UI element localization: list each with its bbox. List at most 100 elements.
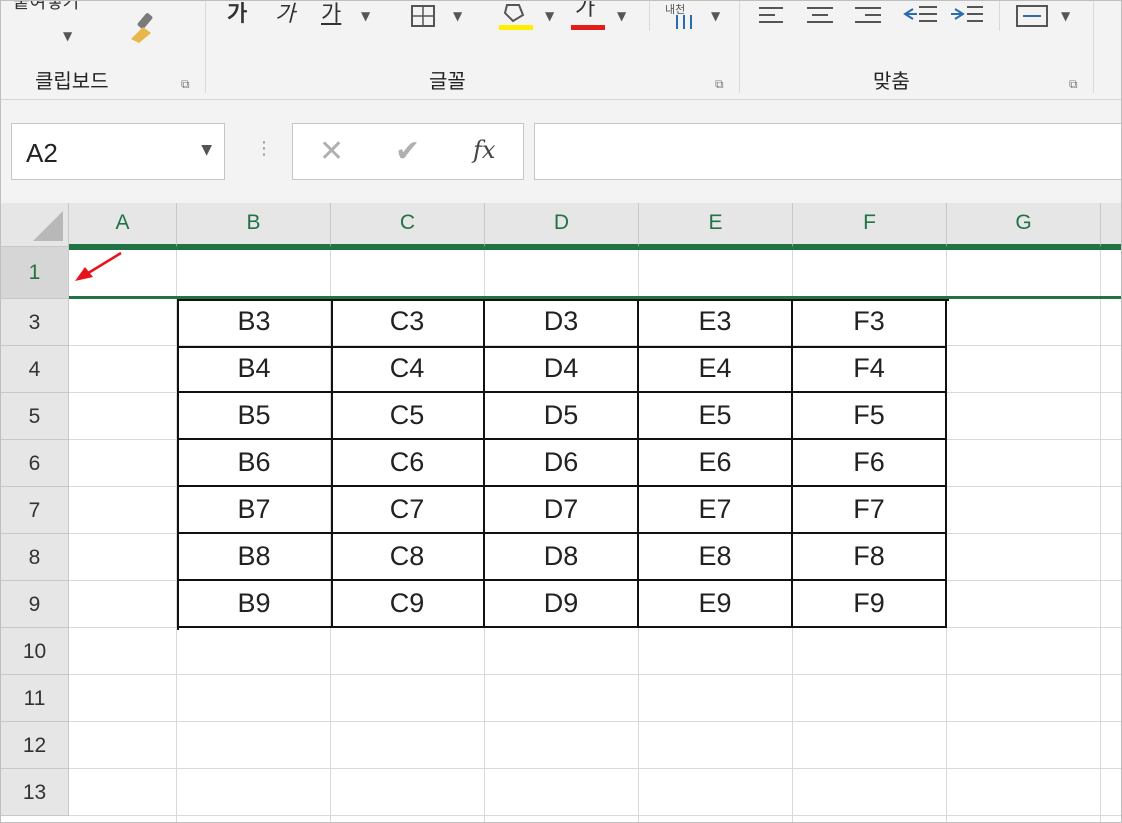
cell-d7[interactable]: D7: [485, 487, 639, 534]
alignment-group-label: 맞춤: [873, 69, 910, 93]
cell-e4[interactable]: E4: [639, 346, 793, 393]
alignment-launcher-icon[interactable]: ⧉: [1069, 77, 1078, 92]
gridline-horizontal: [69, 768, 1121, 769]
cell-c9[interactable]: C9: [331, 581, 485, 628]
phonetic-dropdown-caret[interactable]: ▼: [711, 9, 720, 23]
cell-d6[interactable]: D6: [485, 440, 639, 487]
column-header-e[interactable]: E: [639, 203, 793, 247]
merge-dropdown-caret[interactable]: ▼: [1061, 9, 1070, 23]
cell-e3[interactable]: E3: [639, 299, 793, 348]
align-right-icon[interactable]: [853, 5, 883, 27]
row-header-13[interactable]: 13: [1, 769, 69, 816]
row-header-3[interactable]: 3: [1, 299, 69, 346]
formula-bar: A2 ▼ ⋮ ✕ ✔ fx: [1, 100, 1121, 203]
row-header-9[interactable]: 9: [1, 581, 69, 628]
column-header-d[interactable]: D: [485, 203, 639, 247]
more-options-icon[interactable]: ⋮: [255, 138, 273, 159]
cell-c3[interactable]: C3: [331, 299, 485, 348]
format-painter-icon[interactable]: [127, 11, 163, 45]
row-header-1[interactable]: 1: [1, 247, 69, 299]
cell-c7[interactable]: C7: [331, 487, 485, 534]
cell-b8[interactable]: B8: [177, 534, 333, 581]
column-header-c[interactable]: C: [331, 203, 485, 247]
borders-dropdown-caret[interactable]: ▼: [453, 9, 462, 23]
cell-b3[interactable]: B3: [177, 299, 333, 348]
cell-d8[interactable]: D8: [485, 534, 639, 581]
underline-button[interactable]: 가: [321, 3, 341, 27]
font-color-dropdown-caret[interactable]: ▼: [617, 9, 626, 23]
gridline-horizontal: [69, 815, 1121, 816]
data-table: B3 C3 D3 E3 F3 B4 C4 D4 E4 F4 B5 C5 D5 E5 F5 B6 C6 D6 E6 F6…: [177, 299, 949, 630]
cell-f5[interactable]: F5: [793, 393, 947, 440]
cell-f4[interactable]: F4: [793, 346, 947, 393]
row-header-5[interactable]: 5: [1, 393, 69, 440]
cell-d4[interactable]: D4: [485, 346, 639, 393]
clipboard-launcher-icon[interactable]: ⧉: [181, 77, 190, 92]
fill-color-dropdown-caret[interactable]: ▼: [545, 9, 554, 23]
cell-d5[interactable]: D5: [485, 393, 639, 440]
formula-buttons: ✕ ✔ fx: [292, 123, 524, 180]
column-header-b[interactable]: B: [177, 203, 331, 247]
cell-e9[interactable]: E9: [639, 581, 793, 628]
cell-e5[interactable]: E5: [639, 393, 793, 440]
row-header-4[interactable]: 4: [1, 346, 69, 393]
row-header-10[interactable]: 10: [1, 628, 69, 675]
ribbon-separator: [649, 1, 650, 31]
cell-f3[interactable]: F3: [793, 299, 947, 348]
row-header-8[interactable]: 8: [1, 534, 69, 581]
cell-e6[interactable]: E6: [639, 440, 793, 487]
cell-b9[interactable]: B9: [177, 581, 333, 628]
align-center-icon[interactable]: [805, 5, 835, 27]
cell-c5[interactable]: C5: [331, 393, 485, 440]
borders-icon[interactable]: [409, 3, 439, 29]
chevron-down-icon[interactable]: ▼: [201, 142, 212, 158]
row-header-6[interactable]: 6: [1, 440, 69, 487]
cell-c4[interactable]: C4: [331, 346, 485, 393]
insert-function-icon[interactable]: fx: [473, 136, 495, 164]
decrease-indent-icon[interactable]: [903, 3, 939, 27]
cell-f6[interactable]: F6: [793, 440, 947, 487]
row-header-12[interactable]: 12: [1, 722, 69, 769]
row-header-7[interactable]: 7: [1, 487, 69, 534]
cell-f9[interactable]: F9: [793, 581, 947, 628]
italic-button[interactable]: 가: [275, 3, 295, 27]
gridline-horizontal: [69, 674, 1121, 675]
cell-b6[interactable]: B6: [177, 440, 333, 487]
ribbon-separator: [205, 1, 206, 93]
column-header-g[interactable]: G: [947, 203, 1101, 247]
fill-color-icon[interactable]: [499, 1, 535, 25]
name-box[interactable]: A2 ▼: [11, 123, 225, 180]
increase-indent-icon[interactable]: [949, 3, 985, 27]
formula-input[interactable]: [534, 123, 1121, 180]
paste-button-label[interactable]: 붙여넣기: [13, 1, 79, 15]
cell-b4[interactable]: B4: [177, 346, 333, 393]
ribbon-separator: [999, 1, 1000, 31]
cell-f8[interactable]: F8: [793, 534, 947, 581]
select-all-button[interactable]: [1, 203, 69, 247]
cell-b7[interactable]: B7: [177, 487, 333, 534]
align-left-icon[interactable]: [757, 5, 787, 27]
worksheet-grid[interactable]: ABCDEFG 1 3 4 5 6 7 8 9 10 11 12 13 B3 C3 D3 E3 F3 B4 C4 D…: [1, 203, 1121, 822]
column-header-a[interactable]: A: [69, 203, 177, 247]
cancel-icon[interactable]: ✕: [319, 134, 344, 169]
paste-dropdown-caret[interactable]: ▼: [63, 29, 72, 43]
underline-dropdown-caret[interactable]: ▼: [361, 9, 370, 23]
cell-e7[interactable]: E7: [639, 487, 793, 534]
font-color-button[interactable]: 가: [575, 1, 595, 21]
cell-c8[interactable]: C8: [331, 534, 485, 581]
row-header-11[interactable]: 11: [1, 675, 69, 722]
cell-f7[interactable]: F7: [793, 487, 947, 534]
bold-button[interactable]: 가: [227, 3, 247, 27]
column-header-f[interactable]: F: [793, 203, 947, 247]
column-header-partial[interactable]: [1101, 203, 1121, 247]
cell-c6[interactable]: C6: [331, 440, 485, 487]
cell-d3[interactable]: D3: [485, 299, 639, 348]
ribbon-separator: [739, 1, 740, 93]
enter-icon[interactable]: ✔: [395, 134, 420, 169]
cell-e8[interactable]: E8: [639, 534, 793, 581]
cell-b5[interactable]: B5: [177, 393, 333, 440]
merge-center-icon[interactable]: [1015, 3, 1049, 29]
cell-d9[interactable]: D9: [485, 581, 639, 628]
excel-window: 붙여넣기 ▼ 클립보드 ⧉ 가 가 가 ▼ ▼ ▼ 가 ▼ 내천 ▼ 글꼴 ⧉ …: [0, 0, 1122, 823]
font-launcher-icon[interactable]: ⧉: [715, 77, 724, 92]
